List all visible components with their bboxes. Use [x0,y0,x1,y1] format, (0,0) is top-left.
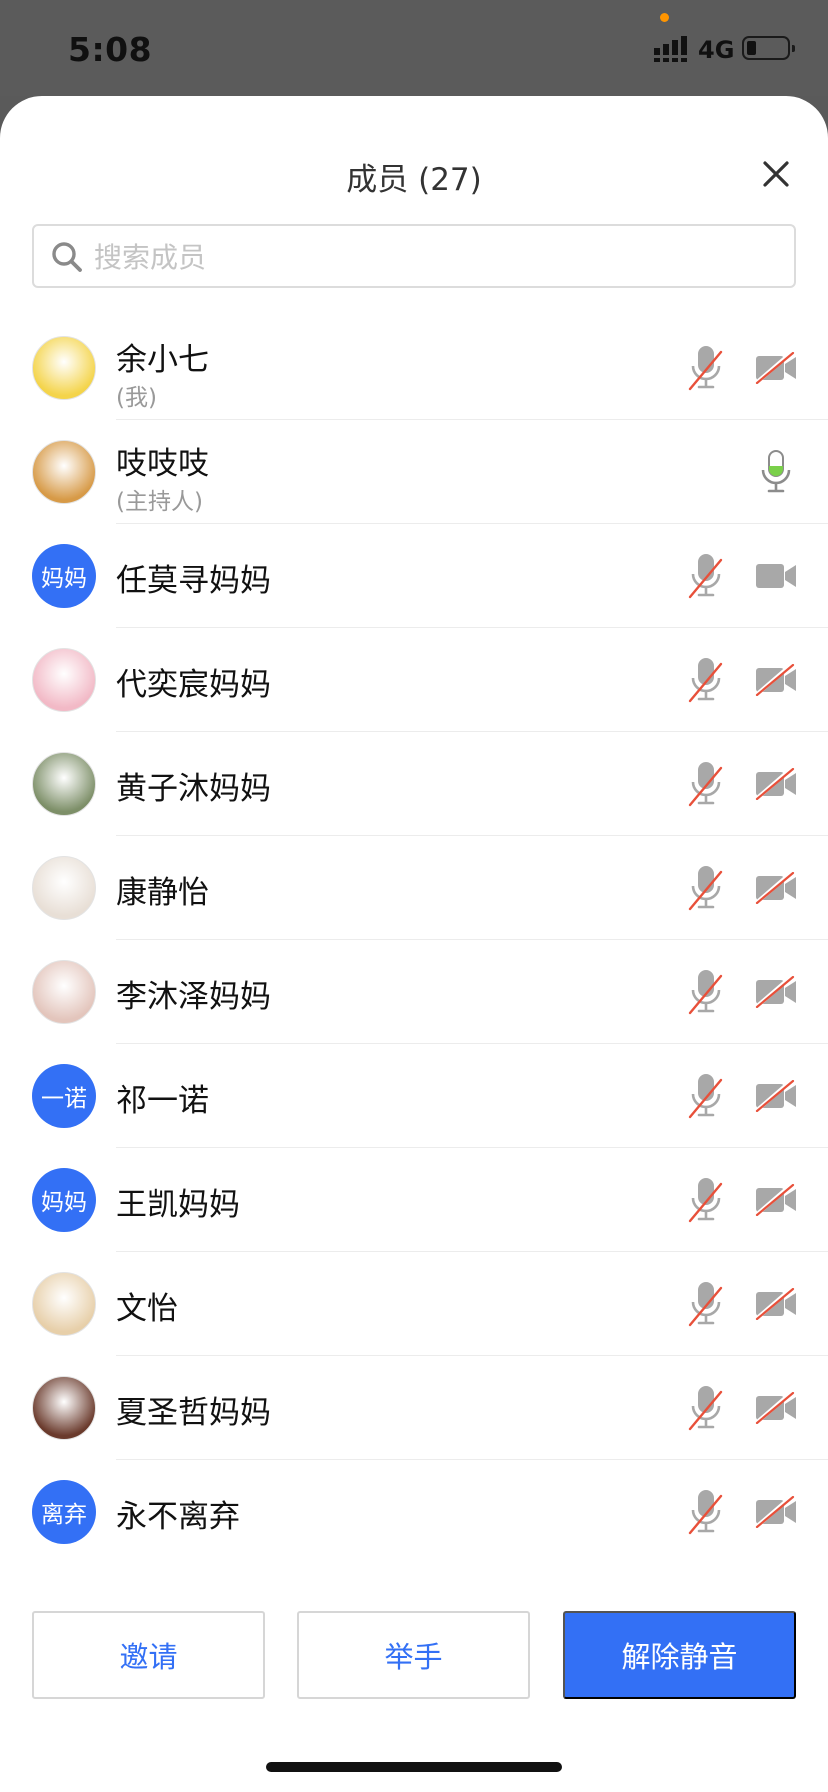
camera-off-icon[interactable] [754,662,798,697]
member-role: (我) [116,385,157,411]
invite-button[interactable]: 邀请 [32,1611,265,1699]
member-name: 文怡 [116,1291,178,1327]
search-box[interactable] [32,224,796,288]
camera-off-icon[interactable] [754,1494,798,1529]
member-row[interactable]: 余小七 (我) [0,316,828,420]
member-row[interactable]: 吱吱吱 (主持人) [0,420,828,524]
microphone-muted-icon[interactable] [686,1488,726,1536]
microphone-muted-icon[interactable] [686,760,726,808]
microphone-muted-icon[interactable] [686,1384,726,1432]
member-avatar: 离弃 [32,1480,96,1544]
member-row[interactable]: 一诺 祁一诺 [0,1044,828,1148]
microphone-muted-icon[interactable] [686,1072,726,1120]
home-indicator [266,1762,562,1772]
microphone-muted-icon[interactable] [686,656,726,704]
member-name: 李沐泽妈妈 [116,979,271,1015]
member-row[interactable]: 妈妈 王凯妈妈 [0,1148,828,1252]
member-avatar [32,440,96,504]
camera-off-icon[interactable] [754,350,798,385]
member-avatar [32,856,96,920]
member-name: 任莫寻妈妈 [116,563,271,599]
members-sheet: 成员 (27) 余小七(我)吱吱吱(主持人)妈妈任莫寻妈妈代奕宸妈妈黄子沐妈妈康… [0,96,828,1792]
member-name: 祁一诺 [116,1083,209,1119]
member-avatar [32,1272,96,1336]
member-name: 永不离弃 [116,1499,240,1535]
member-name: 康静怡 [116,875,209,911]
camera-off-icon[interactable] [754,1182,798,1217]
microphone-muted-icon[interactable] [686,552,726,600]
page-title: 成员 (27) [346,162,482,198]
list-fade [0,1546,828,1606]
member-row[interactable]: 妈妈 任莫寻妈妈 [0,524,828,628]
member-list[interactable]: 余小七 (我) 吱吱吱 (主持人) 妈妈 任莫寻妈妈 代奕宸妈妈 黄子沐妈妈 康静怡 李沐泽妈妈一… [0,316,828,1599]
microphone-muted-icon[interactable] [686,1176,726,1224]
network-type: 4G [698,36,735,64]
member-name: 吱吱吱 [116,446,209,482]
camera-off-icon[interactable] [754,766,798,801]
member-avatar [32,752,96,816]
member-row[interactable]: 文怡 [0,1252,828,1356]
camera-off-icon[interactable] [754,974,798,1009]
cellular-signal-icon [654,36,687,62]
member-row[interactable]: 李沐泽妈妈 [0,940,828,1044]
member-avatar: 一诺 [32,1064,96,1128]
status-time: 5:08 [68,30,153,69]
camera-off-icon[interactable] [754,1078,798,1113]
microphone-muted-icon[interactable] [686,968,726,1016]
battery-icon [742,36,795,60]
member-name: 夏圣哲妈妈 [116,1395,271,1431]
raise-hand-button[interactable]: 举手 [297,1611,530,1699]
search-input[interactable] [92,234,776,280]
member-name: 代奕宸妈妈 [116,667,271,703]
microphone-muted-icon[interactable] [686,864,726,912]
member-name: 黄子沐妈妈 [116,771,271,807]
member-row[interactable]: 代奕宸妈妈 [0,628,828,732]
member-avatar [32,336,96,400]
member-row[interactable]: 夏圣哲妈妈 [0,1356,828,1460]
camera-off-icon[interactable] [754,1390,798,1425]
member-avatar [32,1376,96,1440]
privacy-indicator-dot [660,13,669,22]
member-avatar [32,960,96,1024]
microphone-active-icon[interactable] [756,448,796,496]
member-name: 王凯妈妈 [116,1187,240,1223]
member-avatar: 妈妈 [32,544,96,608]
member-row[interactable]: 黄子沐妈妈 [0,732,828,836]
member-row[interactable]: 康静怡 [0,836,828,940]
member-role: (主持人) [116,489,203,515]
member-name: 余小七 [116,342,209,378]
microphone-muted-icon[interactable] [686,1280,726,1328]
member-avatar: 妈妈 [32,1168,96,1232]
camera-off-icon[interactable] [754,1286,798,1321]
camera-on-icon[interactable] [754,560,798,592]
search-icon [52,242,82,272]
status-bar: 5:08 4G [0,0,828,96]
close-icon[interactable] [756,154,796,194]
microphone-muted-icon[interactable] [686,344,726,392]
action-bar: 邀请 举手 解除静音 [0,1611,828,1707]
unmute-button[interactable]: 解除静音 [563,1611,796,1699]
member-avatar [32,648,96,712]
camera-off-icon[interactable] [754,870,798,905]
